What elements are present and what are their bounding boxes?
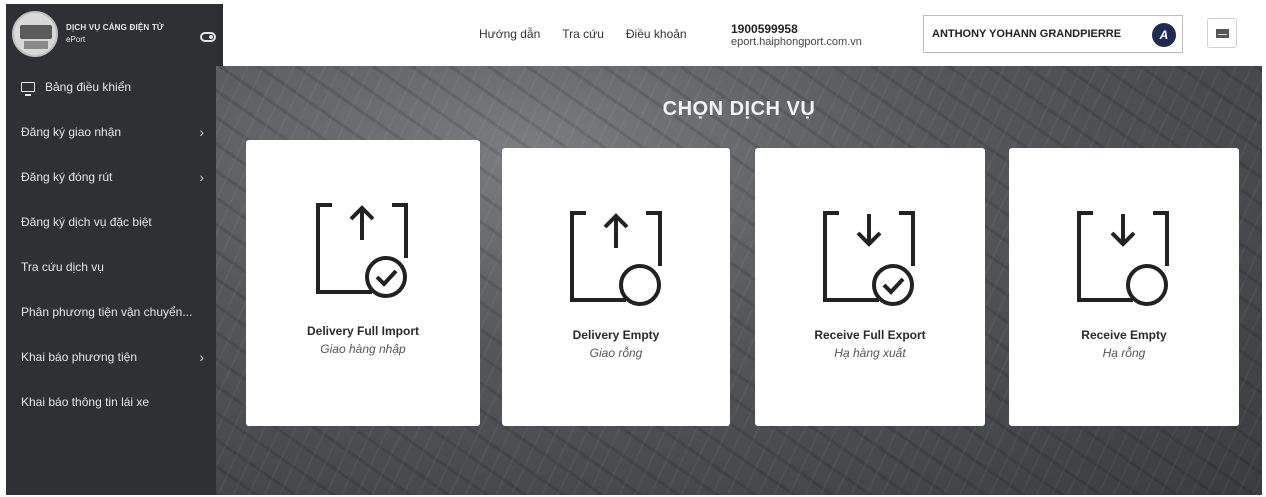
app-window: DỊCH VỤ CẢNG ĐIỆN TỬ ePort Bảng điều khi…	[6, 4, 1262, 495]
terms-link[interactable]: Điều khoản	[626, 27, 687, 41]
sidebar-item-dashboard[interactable]: Bảng điều khiển	[6, 64, 216, 109]
export-empty-icon	[570, 211, 662, 306]
sidebar-item-label: Đăng ký giao nhận	[21, 124, 122, 139]
main-content: CHỌN DỊCH VỤ Delivery Full Import Giao h…	[216, 66, 1262, 495]
sidebar-item-delivery-registration[interactable]: Đăng ký giao nhận ›	[6, 109, 216, 154]
guide-link[interactable]: Hướng dẫn	[479, 27, 540, 41]
user-name: ANTHONY YOHANN GRANDPIERRE	[932, 28, 1122, 40]
service-card-receive-empty[interactable]: Receive Empty Hạ rỗng	[1009, 148, 1239, 426]
import-full-icon	[823, 211, 915, 306]
header-nav: Hướng dẫn Tra cứu Điều khoản	[479, 27, 687, 41]
user-menu-button[interactable]: ANTHONY YOHANN GRANDPIERRE A	[923, 15, 1183, 53]
brand[interactable]: DỊCH VỤ CẢNG ĐIỆN TỬ ePort	[6, 4, 216, 64]
service-sublabel: Hạ rỗng	[1102, 346, 1146, 360]
sidebar-nav: Bảng điều khiển Đăng ký giao nhận › Đăng…	[6, 64, 216, 424]
service-label: Delivery Empty	[572, 328, 660, 342]
hotline-number: 1900599958	[731, 22, 798, 36]
service-sublabel: Giao rỗng	[589, 346, 643, 360]
service-card-delivery-empty[interactable]: Delivery Empty Giao rỗng	[502, 148, 730, 426]
import-empty-icon	[1077, 211, 1169, 306]
port-logo	[12, 11, 58, 57]
sidebar-item-label: Đăng ký dịch vụ đặc biệt	[21, 214, 152, 229]
brand-title: DỊCH VỤ CẢNG ĐIỆN TỬ	[66, 22, 164, 32]
sidebar-item-label: Đăng ký đóng rút	[21, 169, 113, 184]
page-title: CHỌN DỊCH VỤ	[662, 98, 816, 120]
lookup-link[interactable]: Tra cứu	[562, 27, 604, 41]
messages-button[interactable]	[1207, 18, 1237, 48]
contact-info: 1900599958 eport.haiphongport.com.vn	[731, 22, 862, 50]
envelope-icon	[1215, 28, 1229, 38]
service-card-receive-full-export[interactable]: Receive Full Export Hạ hàng xuất	[755, 148, 985, 426]
sidebar-item-driver-declaration[interactable]: Khai báo thông tin lái xe	[6, 379, 216, 424]
sidebar-item-special-service[interactable]: Đăng ký dịch vụ đặc biệt	[6, 199, 216, 244]
sidebar-item-label: Phân phương tiện vận chuyển...	[21, 304, 193, 319]
service-label: Receive Full Export	[814, 328, 926, 342]
top-header: Hướng dẫn Tra cứu Điều khoản 1900599958 …	[223, 4, 1262, 66]
sidebar-item-label: Khai báo phương tiện	[21, 349, 137, 364]
service-sublabel: Giao hàng nhập	[320, 342, 406, 356]
chevron-right-icon: ›	[199, 348, 204, 365]
monitor-icon	[21, 81, 35, 96]
sidebar-item-label: Khai báo thông tin lái xe	[21, 394, 150, 409]
export-full-icon	[316, 203, 408, 298]
sidebar-toggle-icon[interactable]	[200, 32, 216, 42]
sidebar: DỊCH VỤ CẢNG ĐIỆN TỬ ePort Bảng điều khi…	[6, 4, 216, 495]
sidebar-item-label: Bảng điều khiển	[45, 79, 132, 94]
sidebar-item-stuffing-registration[interactable]: Đăng ký đóng rút ›	[6, 154, 216, 199]
website-url: eport.haiphongport.com.vn	[731, 36, 862, 49]
service-label: Receive Empty	[1081, 328, 1167, 342]
service-card-delivery-full-import[interactable]: Delivery Full Import Giao hàng nhập	[246, 140, 480, 426]
brand-subtitle: ePort	[66, 34, 86, 44]
avatar: A	[1152, 23, 1176, 47]
service-label: Delivery Full Import	[306, 324, 420, 338]
sidebar-item-vehicle-assignment[interactable]: Phân phương tiện vận chuyển...	[6, 289, 216, 334]
sidebar-item-service-lookup[interactable]: Tra cứu dịch vụ	[6, 244, 216, 289]
service-sublabel: Hạ hàng xuất	[834, 346, 906, 360]
sidebar-item-label: Tra cứu dịch vụ	[21, 259, 104, 274]
chevron-right-icon: ›	[199, 123, 204, 140]
chevron-right-icon: ›	[199, 168, 204, 185]
sidebar-item-vehicle-declaration[interactable]: Khai báo phương tiện ›	[6, 334, 216, 379]
